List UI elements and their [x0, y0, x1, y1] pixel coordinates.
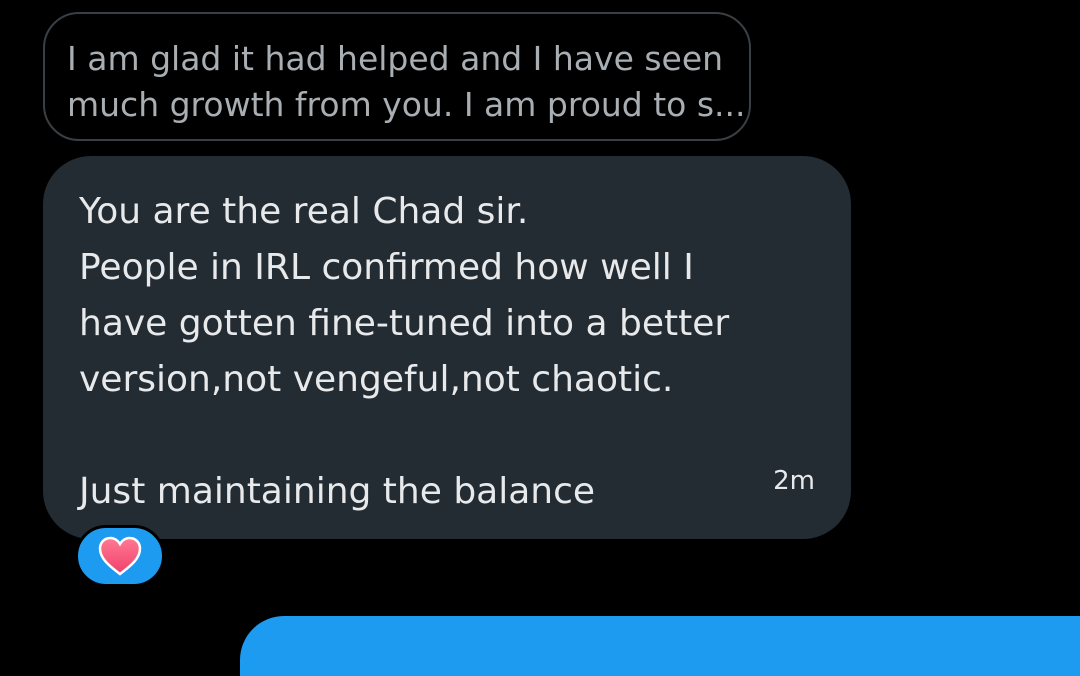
message-text-line: Just maintaining the balance	[79, 471, 596, 512]
quoted-reply-bubble[interactable]: I am glad it had helped and I have seen …	[43, 12, 751, 141]
message-bubble[interactable]: You are the real Chad sir. People in IRL…	[43, 156, 851, 539]
reaction-badge[interactable]	[75, 525, 165, 587]
heart-icon	[98, 536, 142, 576]
message-text-line: have gotten fine-tuned into a better	[79, 303, 730, 344]
outgoing-message-bubble[interactable]	[240, 616, 1080, 676]
message-text-line: You are the real Chad sir.	[79, 191, 529, 232]
quoted-text-line: I am glad it had helped and I have seen	[67, 39, 724, 78]
quoted-text-line: much growth from you. I am proud to s...	[67, 85, 746, 124]
message-text-line: version,not vengeful,not chaotic.	[79, 359, 674, 400]
message-timestamp: 2m	[773, 466, 815, 496]
message-text-line: People in IRL confirmed how well I	[79, 247, 694, 288]
